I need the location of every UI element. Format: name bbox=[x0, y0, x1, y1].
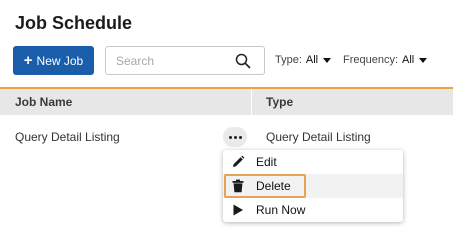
new-job-button[interactable]: + New Job bbox=[13, 46, 94, 75]
frequency-filter-label: Frequency: bbox=[343, 54, 399, 66]
caret-down-icon bbox=[419, 57, 428, 63]
frequency-filter[interactable]: Frequency: All bbox=[343, 54, 428, 66]
menu-item-label: Run Now bbox=[256, 203, 306, 217]
column-header-job-name[interactable]: Job Name bbox=[15, 95, 72, 109]
menu-item-delete[interactable]: Delete bbox=[223, 174, 403, 198]
job-name-cell: Query Detail Listing bbox=[15, 130, 120, 144]
column-divider bbox=[251, 89, 252, 115]
play-icon bbox=[233, 204, 243, 216]
type-filter-label: Type: bbox=[275, 54, 302, 66]
trash-icon bbox=[232, 179, 244, 193]
job-type-cell: Query Detail Listing bbox=[266, 130, 371, 144]
plus-icon: + bbox=[23, 51, 33, 69]
type-filter[interactable]: Type: All bbox=[275, 54, 332, 66]
type-filter-value: All bbox=[305, 54, 319, 66]
more-actions-button[interactable] bbox=[223, 127, 247, 147]
caret-down-icon bbox=[323, 57, 332, 63]
menu-item-label: Delete bbox=[256, 179, 291, 193]
row-context-menu: Edit Delete Run Now bbox=[223, 150, 403, 222]
table-header: Job Name Type bbox=[0, 87, 453, 115]
search-input[interactable] bbox=[116, 53, 228, 69]
frequency-filter-value: All bbox=[402, 54, 415, 66]
menu-item-label: Edit bbox=[256, 155, 277, 169]
menu-item-run-now[interactable]: Run Now bbox=[223, 198, 403, 222]
toolbar: + New Job Type: All Frequency: All bbox=[0, 46, 453, 76]
column-header-type[interactable]: Type bbox=[266, 95, 293, 109]
search-icon[interactable] bbox=[235, 53, 251, 69]
page-title: Job Schedule bbox=[15, 13, 133, 33]
pencil-icon bbox=[233, 155, 245, 167]
search-box[interactable] bbox=[105, 46, 265, 75]
new-job-label: New Job bbox=[36, 53, 84, 68]
ellipsis-icon bbox=[228, 135, 232, 139]
menu-item-edit[interactable]: Edit bbox=[223, 150, 403, 174]
